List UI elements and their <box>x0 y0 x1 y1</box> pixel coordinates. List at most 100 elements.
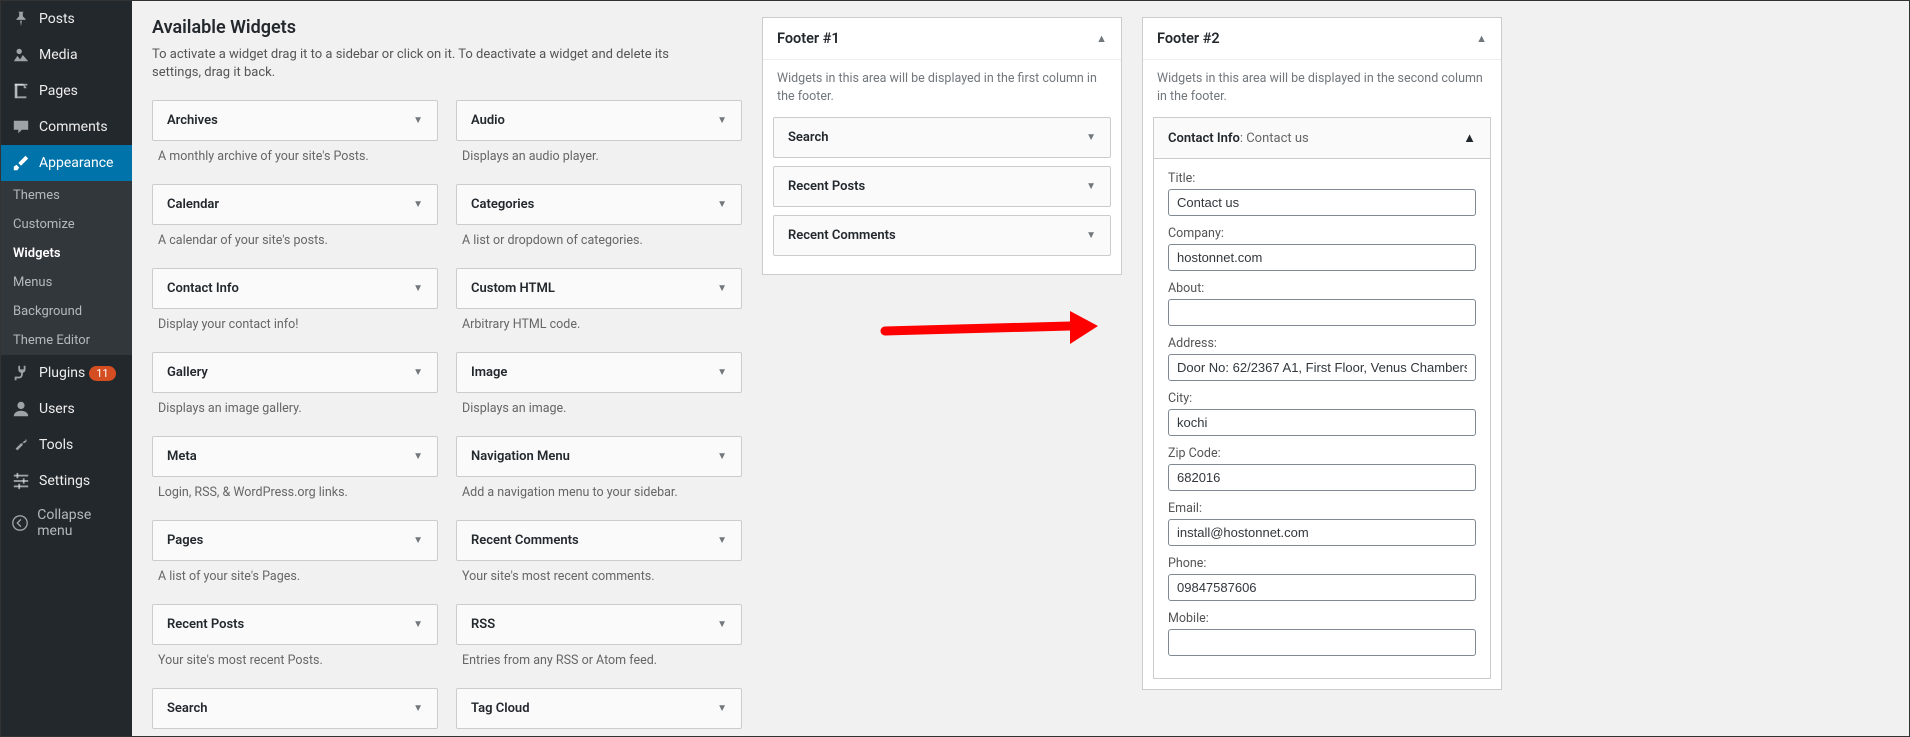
widget-description: Display your contact info! <box>152 309 438 342</box>
submenu-item-widgets[interactable]: Widgets <box>1 239 132 268</box>
widget-contact-info[interactable]: Contact Info▼ <box>152 268 438 309</box>
field-label: Email: <box>1168 501 1476 516</box>
widget-categories[interactable]: Categories▼ <box>456 184 742 225</box>
available-widget: Contact Info▼Display your contact info! <box>152 268 438 342</box>
sidebar-item-label: Plugins <box>39 365 85 381</box>
zipcode-input[interactable] <box>1168 464 1476 491</box>
widgets-grid: Archives▼A monthly archive of your site'… <box>152 100 742 729</box>
widget-meta[interactable]: Meta▼ <box>152 436 438 477</box>
comment-icon <box>11 117 31 137</box>
sidebar-item-label: Pages <box>39 83 78 99</box>
widget-name: RSS <box>471 617 495 632</box>
widget-description: Arbitrary HTML code. <box>456 309 742 342</box>
sidebar-item-media[interactable]: Media <box>1 37 132 73</box>
company-input[interactable] <box>1168 244 1476 271</box>
plugins-badge: 11 <box>89 366 115 381</box>
caret-up-icon: ▲ <box>1096 32 1107 45</box>
sidebar-submenu: ThemesCustomizeWidgetsMenusBackgroundThe… <box>1 181 132 355</box>
available-widget: Custom HTML ▼ Arbitrary HTML code. <box>456 268 742 342</box>
available-widget: Categories▼A list or dropdown of categor… <box>456 184 742 258</box>
sidebar-item-comments[interactable]: Comments <box>1 109 132 145</box>
phone-input[interactable] <box>1168 574 1476 601</box>
media-icon <box>11 45 31 65</box>
caret-up-icon: ▲ <box>1463 130 1476 146</box>
submenu-item-theme-editor[interactable]: Theme Editor <box>1 326 132 355</box>
widget-custom-html[interactable]: Custom HTML ▼ <box>456 268 742 309</box>
sidebar-item-label: Tools <box>39 437 73 453</box>
admin-sidebar: PostsMediaPagesCommentsAppearanceThemesC… <box>1 1 132 736</box>
widget-name: Custom HTML <box>471 281 555 296</box>
widget-rss[interactable]: RSS▼ <box>456 604 742 645</box>
sidebar-item-users[interactable]: Users <box>1 391 132 427</box>
widget-description: Displays an image gallery. <box>152 393 438 426</box>
title-input[interactable] <box>1168 189 1476 216</box>
caret-down-icon: ▼ <box>413 451 423 462</box>
address-input[interactable] <box>1168 354 1476 381</box>
widget-description: A list or dropdown of categories. <box>456 225 742 258</box>
widget-search[interactable]: Search▼ <box>152 688 438 729</box>
sidebar-item-settings[interactable]: Settings <box>1 463 132 499</box>
user-icon <box>11 399 31 419</box>
caret-down-icon: ▼ <box>717 535 727 546</box>
sidebar-item-plugins[interactable]: Plugins 11 <box>1 355 132 391</box>
widget-description: Your site's most recent Posts. <box>152 645 438 678</box>
sidebar-item-tools[interactable]: Tools <box>1 427 132 463</box>
city-input[interactable] <box>1168 409 1476 436</box>
submenu-item-customize[interactable]: Customize <box>1 210 132 239</box>
caret-down-icon: ▼ <box>717 451 727 462</box>
widget-description: A calendar of your site's posts. <box>152 225 438 258</box>
widget-name: Recent Posts <box>167 617 244 632</box>
widget-image[interactable]: Image ▼ <box>456 352 742 393</box>
footer2-header[interactable]: Footer #2 ▲ <box>1143 18 1501 60</box>
placed-widget-recent-posts[interactable]: Recent Posts▼ <box>773 166 1111 207</box>
sidebar-item-collapse-menu[interactable]: Collapse menu <box>1 499 132 547</box>
field-label: Company: <box>1168 226 1476 241</box>
sidebar-item-label: Settings <box>39 473 90 489</box>
sidebar-item-appearance[interactable]: Appearance <box>1 145 132 181</box>
footer2-description: Widgets in this area will be displayed i… <box>1143 60 1501 117</box>
contact-info-header[interactable]: Contact Info: Contact us ▲ <box>1154 118 1490 159</box>
widget-tag-cloud[interactable]: Tag Cloud▼ <box>456 688 742 729</box>
placed-widget-search[interactable]: Search▼ <box>773 117 1111 158</box>
widget-name: Search <box>167 701 208 716</box>
form-row: Zip Code: <box>1168 446 1476 491</box>
footer1-body: Search▼ Recent Posts▼ Recent Comments▼ <box>763 117 1121 274</box>
submenu-item-background[interactable]: Background <box>1 297 132 326</box>
widget-gallery[interactable]: Gallery▼ <box>152 352 438 393</box>
placed-widget-recent-comments[interactable]: Recent Comments▼ <box>773 215 1111 256</box>
widget-recent-comments[interactable]: Recent Comments▼ <box>456 520 742 561</box>
email-input[interactable] <box>1168 519 1476 546</box>
sidebar-item-pages[interactable]: Pages <box>1 73 132 109</box>
widget-recent-posts[interactable]: Recent Posts▼ <box>152 604 438 645</box>
caret-down-icon: ▼ <box>717 367 727 378</box>
mobile-input[interactable] <box>1168 629 1476 656</box>
available-widget: Navigation Menu▼Add a navigation menu to… <box>456 436 742 510</box>
submenu-item-menus[interactable]: Menus <box>1 268 132 297</box>
widget-audio[interactable]: Audio▼ <box>456 100 742 141</box>
widget-name: Contact Info <box>167 281 239 296</box>
widget-description: A list of your site's Pages. <box>152 561 438 594</box>
available-widgets-title: Available Widgets <box>152 17 742 38</box>
field-label: Title: <box>1168 171 1476 186</box>
form-row: Company: <box>1168 226 1476 271</box>
widget-name: Archives <box>167 113 218 128</box>
caret-down-icon: ▼ <box>717 283 727 294</box>
field-label: About: <box>1168 281 1476 296</box>
widget-subtitle: Contact us <box>1246 131 1309 146</box>
widget-navigation-menu[interactable]: Navigation Menu▼ <box>456 436 742 477</box>
footer1-description: Widgets in this area will be displayed i… <box>763 60 1121 117</box>
footer2-column: Footer #2 ▲ Widgets in this area will be… <box>1142 17 1502 720</box>
widget-description: Displays an audio player. <box>456 141 742 174</box>
submenu-item-themes[interactable]: Themes <box>1 181 132 210</box>
main-content: Available Widgets To activate a widget d… <box>132 1 1909 736</box>
footer1-header[interactable]: Footer #1 ▲ <box>763 18 1121 60</box>
widget-pages[interactable]: Pages▼ <box>152 520 438 561</box>
sidebar-item-posts[interactable]: Posts <box>1 1 132 37</box>
form-row: City: <box>1168 391 1476 436</box>
widget-archives[interactable]: Archives▼ <box>152 100 438 141</box>
about-input[interactable] <box>1168 299 1476 326</box>
widget-name: Image <box>471 365 507 380</box>
collapse-icon <box>11 513 29 533</box>
widget-calendar[interactable]: Calendar▼ <box>152 184 438 225</box>
widget-description: Displays an image. <box>456 393 742 426</box>
